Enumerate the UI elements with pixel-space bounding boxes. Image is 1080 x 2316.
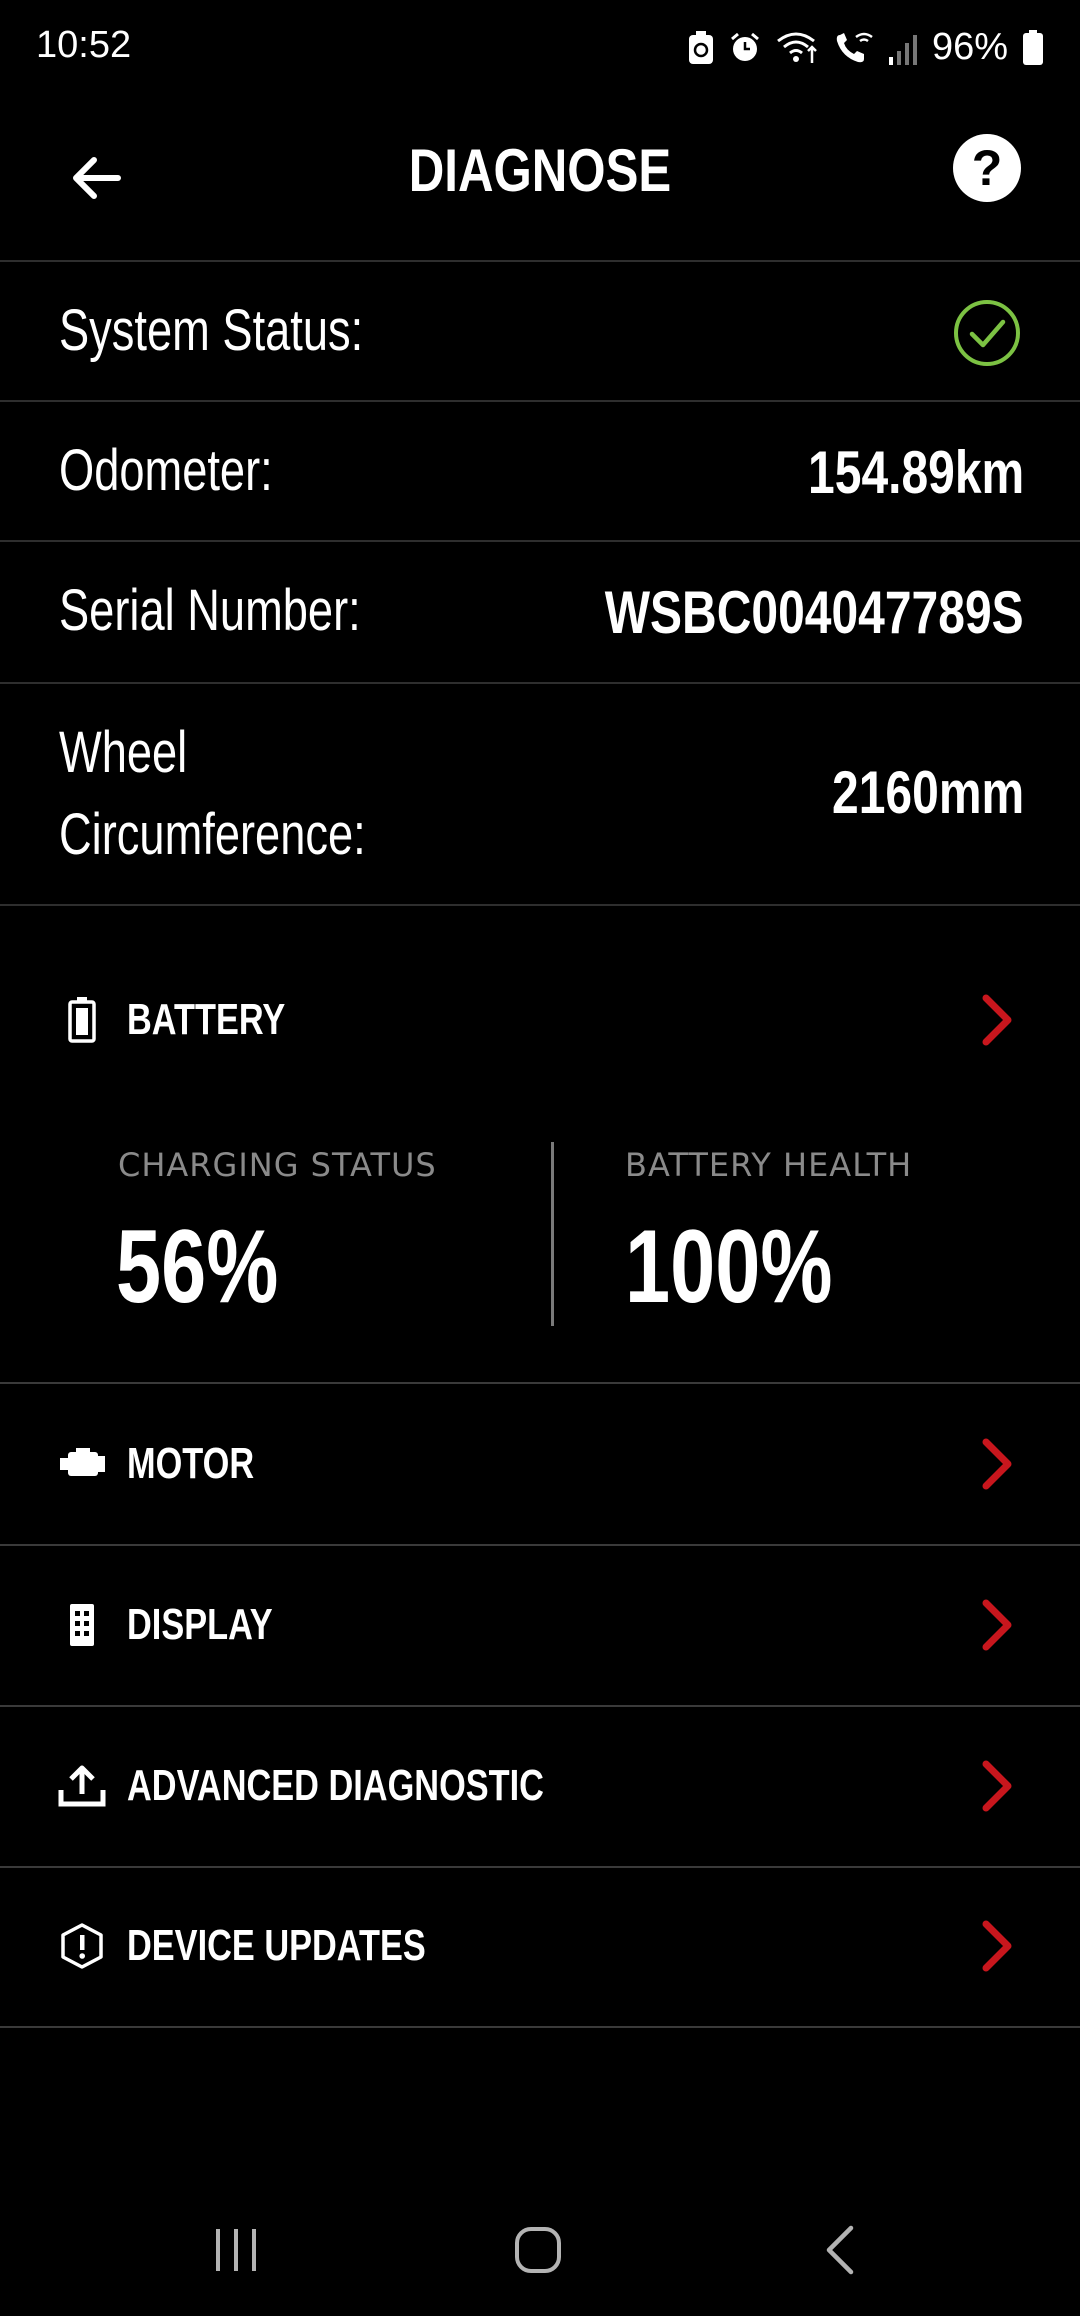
status-bar: 10:52 96% [0, 0, 1080, 96]
recent-apps-icon [216, 2229, 256, 2271]
battery-health-value: 100% [625, 1209, 833, 1325]
battery-icon [58, 996, 106, 1044]
chevron-right-icon [982, 1438, 1012, 1490]
chevron-right-icon [982, 994, 1012, 1046]
page-title: DIAGNOSE [408, 137, 672, 204]
system-nav-bar [0, 2200, 1080, 2316]
wheel-circumference-row: Wheel Circumference: 2160mm [0, 684, 1080, 906]
home-icon [515, 2227, 561, 2273]
status-time: 10:52 [36, 24, 132, 66]
menu-item-motor-label: MOTOR [127, 1439, 255, 1488]
serial-number-label: Serial Number: [59, 578, 361, 643]
menu-item-display[interactable]: DISPLAY [0, 1545, 1080, 1707]
menu-item-device-updates-label: DEVICE UPDATES [127, 1921, 426, 1970]
battery-header[interactable]: BATTERY [0, 970, 1080, 1070]
charging-status-value: 56% [116, 1209, 279, 1325]
engine-icon [58, 1440, 106, 1488]
app-header: DIAGNOSE [0, 96, 1080, 262]
menu-item-motor[interactable]: MOTOR [0, 1384, 1080, 1546]
battery-label: BATTERY [127, 995, 286, 1044]
question-mark-icon: ? [971, 140, 1003, 196]
chevron-right-icon [982, 1599, 1012, 1651]
signal-icon [888, 31, 918, 65]
status-icons: 96% [688, 26, 1044, 69]
menu-item-advanced-diagnostic[interactable]: ADVANCED DIAGNOSTIC [0, 1706, 1080, 1868]
warning-hexagon-icon [58, 1922, 106, 1970]
alarm-icon [728, 31, 762, 65]
stat-divider [551, 1142, 554, 1326]
chevron-right-icon [982, 1760, 1012, 1812]
chevron-right-icon [982, 1920, 1012, 1972]
battery-percent: 96% [931, 26, 1008, 68]
display-icon [58, 1601, 106, 1649]
odometer-label: Odometer: [59, 438, 273, 503]
recent-apps-button[interactable] [196, 2220, 276, 2280]
wheel-circumference-value: 2160mm [831, 759, 1024, 826]
serial-number-value: WSBC004047789S [605, 579, 1024, 646]
menu-item-device-updates[interactable]: DEVICE UPDATES [0, 1866, 1080, 2028]
serial-number-row: Serial Number: WSBC004047789S [0, 542, 1080, 684]
wheel-circumference-label-line1: Wheel [59, 720, 188, 785]
system-status-label: System Status: [59, 298, 364, 363]
battery-icon [1022, 29, 1044, 66]
wifi-data-icon [776, 31, 820, 65]
battery-saver-icon [688, 30, 714, 65]
menu-item-display-label: DISPLAY [127, 1600, 273, 1649]
home-button[interactable] [498, 2220, 578, 2280]
system-status-row: System Status: [0, 262, 1080, 402]
system-back-button[interactable] [800, 2220, 880, 2280]
charging-status-label: CHARGING STATUS [118, 1146, 437, 1184]
battery-health-label: BATTERY HEALTH [625, 1146, 913, 1184]
chevron-left-icon [826, 2225, 854, 2275]
wifi-call-icon [834, 31, 874, 65]
menu-item-advanced-diagnostic-label: ADVANCED DIAGNOSTIC [127, 1761, 544, 1810]
upload-icon [58, 1762, 106, 1810]
check-circle-icon [952, 298, 1022, 372]
wheel-circumference-label-line2: Circumference: [59, 802, 366, 867]
help-button[interactable]: ? [953, 134, 1021, 202]
odometer-value: 154.89km [807, 439, 1024, 506]
odometer-row: Odometer: 154.89km [0, 402, 1080, 542]
